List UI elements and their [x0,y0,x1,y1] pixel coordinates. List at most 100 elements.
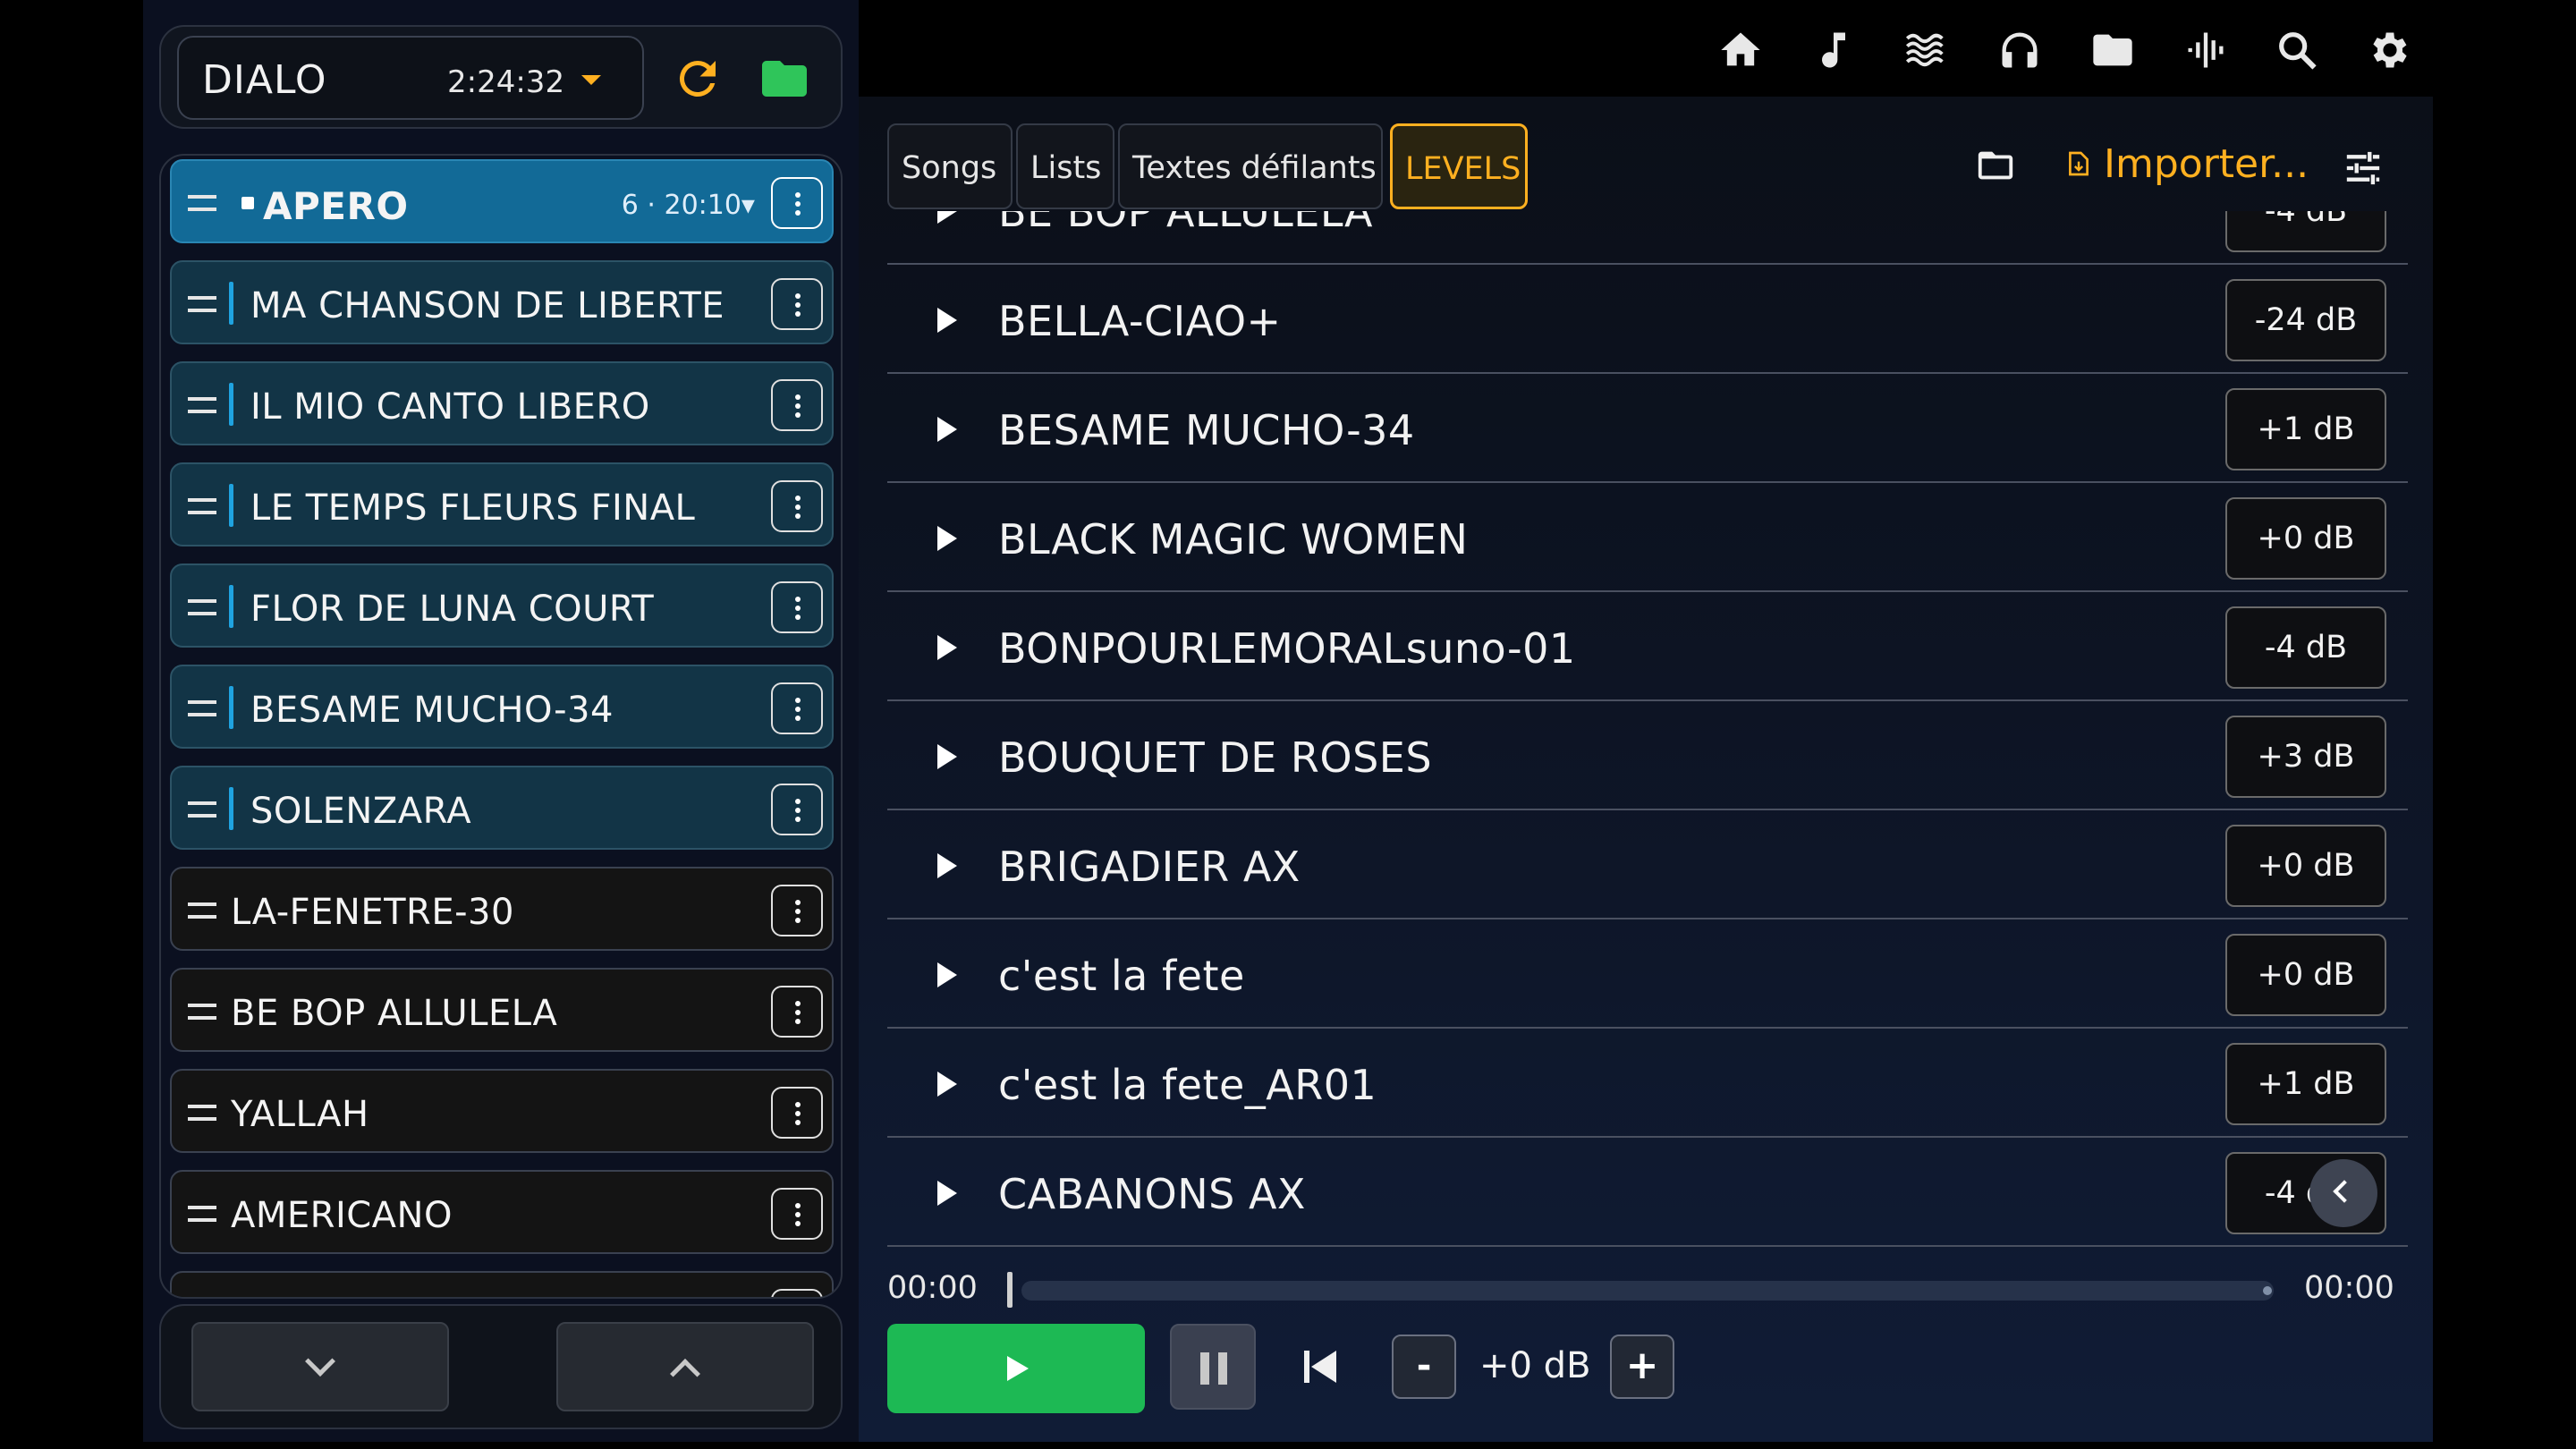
more-options-button[interactable] [771,986,823,1038]
setlist-item[interactable]: AMERICANO [170,1170,834,1254]
tab-levels[interactable]: LEVELS [1390,123,1528,209]
setlist-item-title: BE BOP ALLULELA [231,993,558,1034]
collapse-panel-button[interactable] [2309,1159,2377,1227]
song-name: c'est la fete_AR01 [998,1061,1377,1109]
level-decrease-button[interactable]: - [1392,1335,1456,1399]
drag-handle-icon[interactable] [188,195,216,211]
nav-music[interactable] [1810,27,1857,73]
refresh-button[interactable] [671,52,724,106]
session-selector[interactable]: DIALO 2:24:32 [177,36,644,120]
more-options-button[interactable] [771,1087,823,1139]
drag-handle-icon[interactable] [188,599,216,615]
song-name: BE BOP ALLULELA [998,211,1374,236]
nav-search[interactable] [2274,27,2320,73]
more-options-button[interactable] [771,1188,823,1240]
play-preview-icon[interactable] [937,635,957,660]
setlist-item[interactable]: CHERIE TON COEUR SUNO [170,1271,834,1297]
drag-handle-icon[interactable] [188,397,216,413]
more-options-button[interactable] [771,480,823,532]
more-options-button[interactable] [771,581,823,633]
more-options-button[interactable] [771,784,823,835]
play-preview-icon[interactable] [937,1181,957,1206]
scroll-down-button[interactable] [191,1322,449,1411]
more-options-button[interactable] [771,177,823,229]
play-button[interactable] [887,1324,1145,1413]
setlist-item[interactable]: LA-FENETRE-30 [170,867,834,951]
nav-waves[interactable] [1903,27,1950,73]
tab-songs[interactable]: Songs [887,123,1013,209]
play-preview-icon[interactable] [937,417,957,442]
play-preview-icon[interactable] [937,1072,957,1097]
progress-handle[interactable] [1007,1272,1013,1308]
song-level-field[interactable]: +0 dB [2225,497,2386,580]
setlist-item[interactable]: LE TEMPS FLEURS FINAL [170,462,834,547]
song-level-field[interactable]: +0 dB [2225,825,2386,907]
more-options-button[interactable] [771,885,823,936]
play-preview-icon[interactable] [937,526,957,551]
nav-waveform[interactable] [2182,27,2229,73]
song-row[interactable]: BE BOP ALLULELA -4 dB [887,211,2408,265]
nav-folder[interactable] [2089,27,2136,73]
drag-handle-icon[interactable] [188,1004,216,1020]
setlist-item[interactable]: IL MIO CANTO LIBERO [170,361,834,445]
nav-home[interactable] [1717,27,1764,73]
progress-bar[interactable] [1021,1281,2274,1301]
song-row[interactable]: c'est la fete +0 dB [887,919,2408,1029]
song-level-field[interactable]: -4 dB [2225,211,2386,252]
song-name: CABANONS AX [998,1170,1306,1218]
more-options-button[interactable] [771,379,823,431]
pause-button[interactable] [1170,1324,1256,1410]
more-options-button[interactable] [771,1289,823,1297]
setlist-item[interactable]: FLOR DE LUNA COURT [170,564,834,648]
play-preview-icon[interactable] [937,211,957,224]
nav-headphones[interactable] [1996,27,2043,73]
drag-handle-icon[interactable] [188,902,216,919]
drag-handle-icon[interactable] [188,801,216,818]
tab-textes-defilants[interactable]: Textes défilants [1118,123,1383,209]
chevron-left-icon [2333,1180,2356,1203]
tab-lists[interactable]: Lists [1016,123,1114,209]
song-level-field[interactable]: -4 dB [2225,606,2386,689]
scroll-up-button[interactable] [556,1322,814,1411]
play-preview-icon[interactable] [937,308,957,333]
song-row[interactable]: BOUQUET DE ROSES +3 dB [887,701,2408,810]
setlist-header[interactable]: APERO 6 · 20:10▾ [170,159,834,243]
level-increase-button[interactable]: + [1610,1335,1674,1399]
setlist-meta[interactable]: 6 · 20:10▾ [622,190,755,221]
nav-settings[interactable] [2367,27,2413,73]
setlist-item[interactable]: MA CHANSON DE LIBERTE [170,260,834,344]
play-preview-icon[interactable] [937,744,957,769]
song-level-field[interactable]: +1 dB [2225,388,2386,470]
setlist-item[interactable]: SOLENZARA [170,766,834,850]
song-level-field[interactable]: +3 dB [2225,716,2386,798]
drag-handle-icon[interactable] [188,1105,216,1121]
song-row[interactable]: BESAME MUCHO-34 +1 dB [887,374,2408,483]
folder-icon [2093,34,2132,66]
setlist-item[interactable]: BE BOP ALLULELA [170,968,834,1052]
song-name: BRIGADIER AX [998,843,1301,891]
open-session-button[interactable] [757,52,812,106]
more-options-button[interactable] [771,682,823,734]
song-level-field[interactable]: -24 dB [2225,279,2386,361]
song-row[interactable]: BELLA-CIAO+ -24 dB [887,265,2408,374]
song-level-field[interactable]: +1 dB [2225,1043,2386,1125]
play-preview-icon[interactable] [937,962,957,987]
drag-handle-icon[interactable] [188,700,216,716]
song-row[interactable]: BRIGADIER AX +0 dB [887,810,2408,919]
drag-handle-icon[interactable] [188,296,216,312]
level-settings-button[interactable] [2343,150,2383,186]
song-row[interactable]: BLACK MAGIC WOMEN +0 dB [887,483,2408,592]
song-row[interactable]: CABANONS AX -4 dB [887,1138,2408,1247]
drag-handle-icon[interactable] [188,1206,216,1222]
song-row[interactable]: c'est la fete_AR01 +1 dB [887,1029,2408,1138]
setlist-item[interactable]: BESAME MUCHO-34 [170,665,834,749]
open-folder-button[interactable] [1975,145,2016,186]
drag-handle-icon[interactable] [188,498,216,514]
song-level-field[interactable]: +0 dB [2225,934,2386,1016]
more-options-button[interactable] [771,278,823,330]
play-preview-icon[interactable] [937,853,957,878]
previous-button[interactable] [1299,1347,1342,1386]
setlist-item[interactable]: YALLAH [170,1069,834,1153]
song-row[interactable]: BONPOURLEMORALsuno-01 -4 dB [887,592,2408,701]
setlist-item-title: YALLAH [231,1094,369,1135]
